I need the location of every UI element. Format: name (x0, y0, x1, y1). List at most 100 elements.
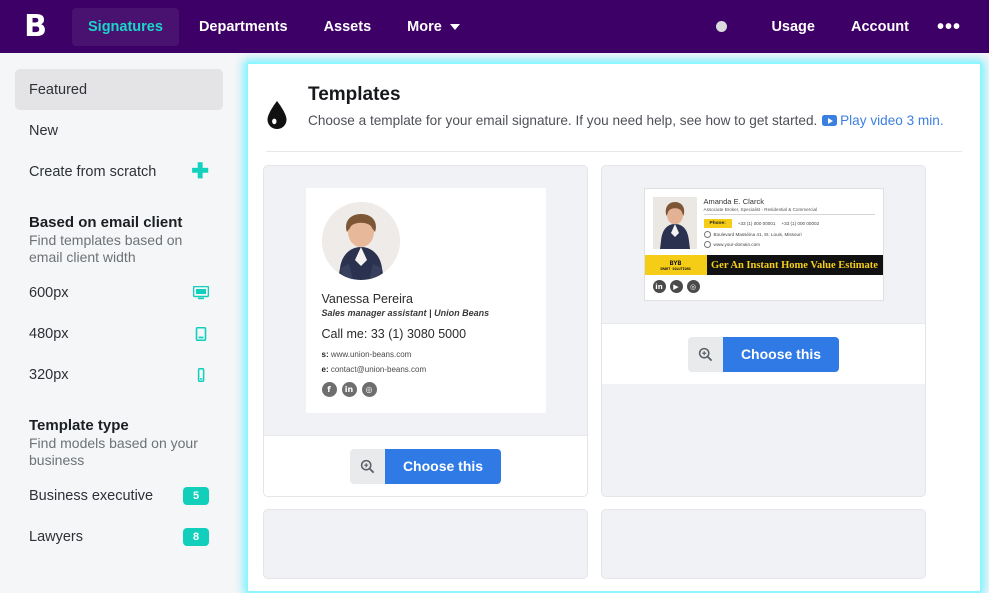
sidebar-group-template-type-subtitle: Find models based on your business (29, 435, 198, 468)
banner-logo-primary: BYB (669, 259, 682, 267)
signature-name: Amanda E. Clarck (703, 197, 764, 206)
signature-website-row: s: www.union-beans.com (322, 350, 530, 359)
nav-item-more[interactable]: More (391, 8, 476, 46)
nav-item-usage-label: Usage (771, 18, 815, 35)
sidebar: Featured New Create from scratch ✚ Based… (0, 53, 238, 593)
signature-address-row: Boulevard Masséina 41, St. Louis, Missou… (703, 231, 875, 238)
nav-item-usage[interactable]: Usage (755, 8, 831, 46)
panel-header-text: Templates Choose a template for your ema… (300, 84, 958, 135)
sidebar-item-business-executive-count: 5 (183, 486, 209, 505)
instagram-icon[interactable]: ◎ (361, 382, 377, 397)
sidebar-item-create-from-scratch-label: Create from scratch (29, 163, 157, 180)
templates-grid: Vanessa Pereira Sales manager assistant … (248, 152, 980, 579)
top-navbar: B Signatures Departments Assets More Usa… (0, 0, 989, 53)
sidebar-item-lawyers-label: Lawyers (29, 528, 83, 545)
brand-b-logo-icon: B (24, 8, 47, 44)
sidebar-item-new[interactable]: New (15, 110, 223, 151)
email-signature-preview: Amanda E. Clarck Associate Broker, Speci… (643, 188, 884, 301)
signature-info: Amanda E. Clarck Associate Broker, Speci… (697, 197, 875, 249)
instagram-icon[interactable]: ◎ (686, 280, 700, 293)
template-card-actions: Choose this (264, 435, 587, 496)
sidebar-group-template-type-title: Template type (29, 417, 129, 434)
template-preview: Vanessa Pereira Sales manager assistant … (264, 166, 587, 435)
plus-icon: ✚ (191, 160, 209, 183)
linkedin-icon[interactable]: in (341, 382, 357, 397)
play-video-link[interactable]: Play video 3 min. (840, 113, 944, 128)
signature-social-links: f in ◎ (321, 382, 530, 397)
youtube-play-icon (822, 115, 838, 126)
signature-role: Associate Broker, Specialist - Residenti… (703, 207, 875, 215)
page-title: Templates (308, 84, 401, 105)
signature-phone-label: Phone: (703, 219, 732, 228)
panel-description: Choose a template for your email signatu… (308, 110, 958, 131)
nav-item-account[interactable]: Account (835, 8, 925, 46)
nav-item-departments[interactable]: Departments (183, 8, 304, 46)
signature-website-label: s: (321, 350, 329, 359)
overflow-menu-icon[interactable]: ••• (927, 17, 971, 37)
sidebar-item-lawyers-count: 8 (183, 527, 209, 546)
nav-item-assets-label: Assets (323, 18, 372, 35)
globe-icon (703, 241, 711, 248)
tablet-icon (193, 326, 209, 341)
banner-logo-secondary: SMART SOLUTIONS (660, 267, 691, 271)
avatar (652, 197, 697, 249)
sidebar-item-480px-label: 480px (29, 325, 69, 342)
panel-description-text: Choose a template for your email signatu… (308, 113, 822, 128)
sidebar-item-320px[interactable]: 320px (15, 354, 223, 395)
sidebar-item-new-label: New (29, 122, 59, 139)
template-card[interactable] (263, 509, 588, 579)
sidebar-item-320px-label: 320px (29, 366, 69, 383)
signature-website-row: www.your-domain.com (703, 241, 875, 248)
signature-email-label: e: (321, 365, 329, 374)
secondary-nav: Usage Account ••• (716, 0, 989, 53)
brand-logo[interactable]: B (0, 0, 70, 53)
signature-website: www.your-domain.com (713, 242, 760, 247)
signature-email: contact@union-beans.com (330, 365, 427, 374)
signature-phone-row: Phone: +33 (1) 000 00001 +33 (1) 000 000… (703, 219, 875, 228)
nav-item-signatures[interactable]: Signatures (72, 7, 179, 46)
banner-cta-text: Ger An Instant Home Value Estimate (706, 255, 883, 275)
sidebar-item-600px-label: 600px (29, 284, 69, 301)
mobile-icon (193, 367, 209, 382)
magnify-plus-icon[interactable] (687, 336, 723, 372)
sidebar-item-600px[interactable]: 600px (15, 272, 223, 313)
template-card[interactable] (601, 509, 926, 579)
templates-panel-wrapper: Templates Choose a template for your ema… (246, 62, 982, 593)
signature-phone: Call me: 33 (1) 3080 5000 (321, 327, 467, 341)
template-card[interactable]: Vanessa Pereira Sales manager assistant … (263, 165, 588, 497)
signature-address: Boulevard Masséina 41, St. Louis, Missou… (713, 232, 802, 237)
youtube-icon[interactable]: ▶ (669, 280, 683, 293)
signature-top: Amanda E. Clarck Associate Broker, Speci… (645, 189, 883, 255)
magnify-plus-icon[interactable] (349, 448, 385, 484)
avatar (321, 202, 400, 280)
status-dot-icon[interactable] (716, 21, 728, 32)
nav-item-signatures-label: Signatures (88, 18, 163, 35)
sidebar-group-email-client: Based on email client Find templates bas… (15, 214, 223, 266)
signature-name: Vanessa Pereira (321, 292, 414, 306)
sidebar-item-business-executive[interactable]: Business executive 5 (15, 475, 223, 516)
primary-nav: Signatures Departments Assets More (70, 0, 478, 53)
sidebar-group-email-client-subtitle: Find templates based on email client wid… (29, 232, 183, 265)
chevron-down-icon (449, 23, 460, 30)
linkedin-icon[interactable]: in (652, 280, 666, 293)
templates-panel: Templates Choose a template for your ema… (246, 62, 982, 593)
sidebar-group-template-type: Template type Find models based on your … (15, 417, 223, 469)
template-card-actions: Choose this (602, 323, 925, 384)
facebook-icon[interactable]: f (321, 382, 337, 397)
panel-header: Templates Choose a template for your ema… (248, 64, 980, 135)
sidebar-item-business-executive-label: Business executive (29, 487, 154, 504)
location-pin-icon (703, 231, 711, 238)
nav-item-assets[interactable]: Assets (308, 8, 388, 46)
water-drop-icon (266, 84, 300, 135)
sidebar-item-lawyers[interactable]: Lawyers 8 (15, 516, 223, 557)
signature-phone-1: +33 (1) 000 00001 (737, 221, 776, 226)
choose-this-button[interactable]: Choose this (384, 448, 502, 484)
banner-logo: BYB SMART SOLUTIONS (644, 255, 707, 275)
email-signature-preview: Vanessa Pereira Sales manager assistant … (305, 188, 546, 413)
signature-website: www.union-beans.com (330, 350, 412, 359)
sidebar-item-featured[interactable]: Featured (15, 69, 223, 110)
sidebar-item-create-from-scratch[interactable]: Create from scratch ✚ (15, 151, 223, 192)
choose-this-button[interactable]: Choose this (722, 336, 840, 372)
sidebar-item-480px[interactable]: 480px (15, 313, 223, 354)
template-card[interactable]: Amanda E. Clarck Associate Broker, Speci… (601, 165, 926, 497)
